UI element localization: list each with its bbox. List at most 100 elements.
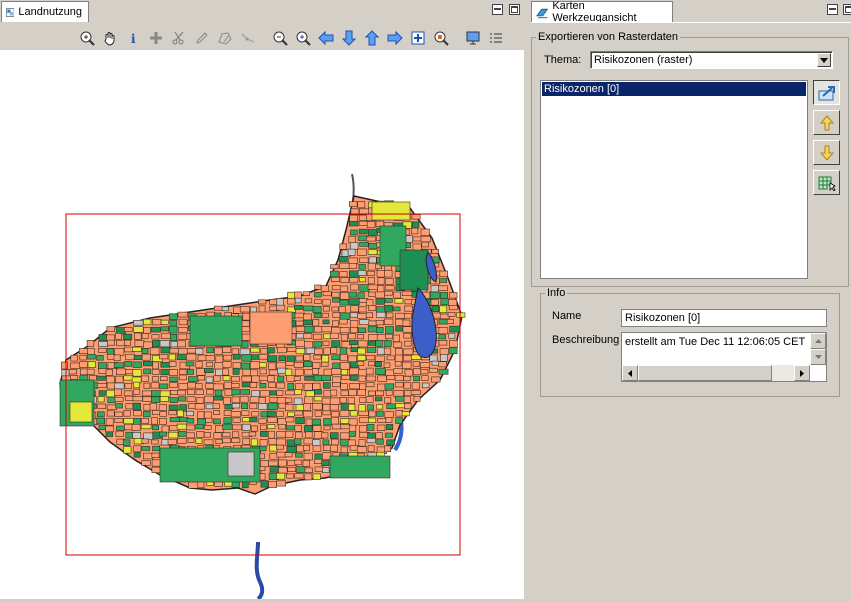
minimize-button[interactable] <box>492 4 503 15</box>
land-parcel <box>141 446 151 451</box>
polygon-tool-button[interactable] <box>214 27 236 49</box>
land-parcel <box>187 368 194 375</box>
land-parcel <box>132 396 143 402</box>
land-parcel <box>188 376 199 382</box>
thema-dropdown[interactable]: Risikozonen (raster) <box>590 51 833 69</box>
list-item[interactable]: Risikozonen [0] <box>542 82 806 96</box>
info-tool-button[interactable]: i <box>122 27 144 49</box>
display-settings-button[interactable] <box>462 27 484 49</box>
land-parcel <box>385 369 395 377</box>
land-parcel <box>86 368 95 375</box>
land-parcel <box>141 348 149 354</box>
maximize-button[interactable] <box>843 4 851 15</box>
pan-down-button[interactable] <box>338 27 360 49</box>
land-parcel <box>285 430 294 439</box>
land-parcel <box>359 277 366 283</box>
land-parcel <box>314 410 322 417</box>
scroll-up-button[interactable] <box>810 333 826 349</box>
land-parcel <box>439 348 449 355</box>
land-parcel <box>222 432 231 438</box>
land-parcel <box>376 404 384 410</box>
land-parcel <box>365 367 374 375</box>
grid-select-button[interactable] <box>813 170 840 195</box>
land-parcel <box>304 375 315 381</box>
land-parcel <box>143 341 153 349</box>
land-parcel <box>375 319 385 326</box>
land-parcel <box>347 355 358 363</box>
land-parcel <box>259 445 267 452</box>
move-tool-button[interactable] <box>145 27 167 49</box>
land-parcel <box>143 432 154 440</box>
land-parcel <box>366 299 374 307</box>
split-tool-button[interactable] <box>168 27 190 49</box>
pan-left-button[interactable] <box>315 27 337 49</box>
name-field[interactable]: Risikozonen [0] <box>621 309 827 327</box>
horizontal-scrollbar[interactable] <box>622 365 810 381</box>
edit-tool-button[interactable] <box>191 27 213 49</box>
land-parcel <box>411 221 420 229</box>
land-parcel <box>359 416 370 423</box>
tab-karten-werkzeugansicht[interactable]: Karten Werkzeugansicht <box>531 0 673 24</box>
land-parcel <box>204 395 214 403</box>
tool-panel: Exportieren von Rasterdaten Thema: Risik… <box>531 22 851 600</box>
vertical-scrollbar[interactable] <box>810 333 826 365</box>
land-parcel <box>293 397 303 405</box>
land-parcel <box>421 375 429 381</box>
minimize-button[interactable] <box>827 4 838 15</box>
land-parcel <box>313 396 323 402</box>
scroll-thumb[interactable] <box>638 365 772 381</box>
land-parcel <box>170 334 177 341</box>
pan-right-button[interactable] <box>384 27 406 49</box>
land-parcel <box>440 292 448 299</box>
scroll-left-button[interactable] <box>622 365 638 381</box>
land-parcel <box>176 409 184 417</box>
land-parcel <box>393 341 403 348</box>
land-parcel <box>329 404 339 411</box>
land-parcel <box>348 235 356 244</box>
tab-landnutzung[interactable]: Landnutzung <box>1 1 89 22</box>
land-parcel <box>276 298 284 306</box>
map-canvas[interactable] <box>0 50 524 601</box>
land-parcel <box>357 313 367 320</box>
line-tool-button[interactable] <box>237 27 259 49</box>
land-zone <box>399 249 429 291</box>
land-parcel <box>394 298 404 304</box>
land-parcel <box>275 438 286 446</box>
land-parcel <box>215 355 224 364</box>
info-group-title: Info <box>547 287 566 299</box>
pan-up-button[interactable] <box>361 27 383 49</box>
legend-list-button[interactable] <box>485 27 507 49</box>
land-parcel <box>349 242 359 250</box>
move-up-button[interactable] <box>813 110 840 135</box>
raster-theme-list[interactable]: Risikozonen [0] <box>540 80 808 279</box>
land-parcel <box>312 362 321 369</box>
land-parcel <box>429 291 440 299</box>
land-parcel <box>152 376 159 382</box>
land-parcel <box>295 404 305 411</box>
scroll-down-button[interactable] <box>810 349 826 365</box>
land-parcel <box>143 318 152 326</box>
land-parcel <box>214 389 223 397</box>
beschreibung-field[interactable]: erstellt am Tue Dec 11 12:06:05 CET <box>621 332 827 382</box>
pan-tool-button[interactable] <box>99 27 121 49</box>
zoom-out-tool-button[interactable] <box>269 27 291 49</box>
land-parcel <box>241 354 252 362</box>
zoom-in-tool-button[interactable] <box>292 27 314 49</box>
zoom-selection-button[interactable] <box>430 27 452 49</box>
maximize-button[interactable] <box>509 4 520 15</box>
land-parcel <box>331 423 342 430</box>
full-extent-button[interactable] <box>407 27 429 49</box>
export-button[interactable] <box>813 80 840 105</box>
land-parcel <box>302 313 312 321</box>
move-down-button[interactable] <box>813 140 840 165</box>
land-parcel <box>359 397 367 403</box>
land-parcel <box>187 382 197 389</box>
zoom-area-tool-button[interactable] <box>76 27 98 49</box>
scroll-right-button[interactable] <box>794 365 810 381</box>
land-parcel <box>377 277 385 285</box>
chevron-down-icon[interactable] <box>817 53 831 67</box>
land-parcel <box>384 318 394 325</box>
land-parcel <box>339 410 350 417</box>
arrow-right-icon <box>387 30 403 46</box>
land-parcel <box>403 348 414 355</box>
